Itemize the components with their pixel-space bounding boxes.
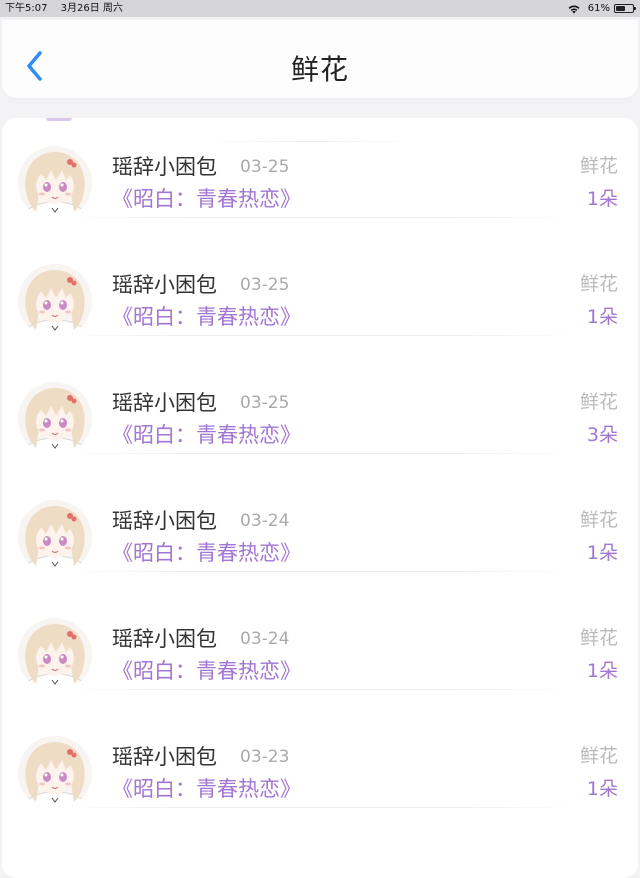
avatar[interactable] [18,500,92,574]
user-name: 瑶辞小困包 [112,509,217,533]
user-name: 瑶辞小困包 [112,745,217,769]
list-item[interactable]: 瑶辞小困包 03-24 《昭白：青春热恋》 鲜花 1朵 [2,454,638,574]
user-name: 瑶辞小困包 [112,391,217,415]
record-date: 03-23 [240,747,290,767]
work-title[interactable]: 《昭白：青春热恋》 [112,537,301,567]
avatar-image [18,500,92,574]
user-name: 瑶辞小困包 [112,155,217,179]
user-name: 瑶辞小困包 [112,273,217,297]
list-item[interactable]: 瑶辞小困包 03-23 《昭白：青春热恋》 鲜花 1朵 [2,690,638,810]
row-divider [62,807,578,808]
avatar-image [18,146,92,220]
status-date: 3月26日 周六 [60,3,123,14]
gift-count: 3朵 [586,424,618,446]
avatar[interactable] [18,146,92,220]
status-right: 61% [568,0,636,17]
navigation-bar: 鲜花 [2,20,638,98]
record-date: 03-25 [240,393,290,413]
user-name: 瑶辞小困包 [112,627,217,651]
battery-tip [634,7,636,10]
avatar-image [18,382,92,456]
avatar[interactable] [18,736,92,810]
gift-count: 1朵 [586,660,618,682]
avatar-image [18,264,92,338]
record-date: 03-25 [240,157,290,177]
avatar-image [18,618,92,692]
record-date: 03-25 [240,275,290,295]
list-item[interactable]: 瑶辞小困包 03-25 《昭白：青春热恋》 鲜花 1朵 [2,218,638,338]
record-date: 03-24 [240,511,290,531]
page-title: 鲜花 [290,53,349,86]
work-title[interactable]: 《昭白：青春热恋》 [112,183,301,213]
list-item[interactable]: 瑶辞小困包 03-24 《昭白：青春热恋》 鲜花 1朵 [2,572,638,692]
gift-count: 1朵 [586,778,618,800]
status-left: 下午5:07 3月26日 周六 [5,0,133,17]
work-title[interactable]: 《昭白：青春热恋》 [112,419,301,449]
battery-percent: 61% [587,3,610,14]
gift-type: 鲜花 [579,391,618,413]
gift-type: 鲜花 [579,273,618,295]
status-time: 下午5:07 [5,3,48,14]
avatar[interactable] [18,382,92,456]
record-date: 03-24 [240,629,290,649]
gift-count: 1朵 [586,542,618,564]
list-item[interactable]: 瑶辞小困包 03-25 《昭白：青春热恋》 鲜花 3朵 [2,336,638,456]
battery-level-fill [616,6,625,11]
gift-type: 鲜花 [579,627,618,649]
wifi-icon [568,5,580,13]
gift-count: 1朵 [586,306,618,328]
avatar-image [18,736,92,810]
work-title[interactable]: 《昭白：青春热恋》 [112,773,301,803]
work-title[interactable]: 《昭白：青春热恋》 [112,655,301,685]
avatar[interactable] [18,618,92,692]
list-item[interactable]: 瑶辞小困包 03-25 《昭白：青春热恋》 鲜花 1朵 [2,118,638,220]
gift-type: 鲜花 [579,155,618,177]
avatar[interactable] [18,264,92,338]
status-bar: 下午5:07 3月26日 周六 61% [0,0,640,17]
battery-icon [614,4,636,13]
flower-record-list[interactable]: 瑶辞小困包 03-25 《昭白：青春热恋》 鲜花 1朵 瑶辞小困包 03-25 … [2,118,638,878]
gift-count: 1朵 [586,188,618,210]
gift-type: 鲜花 [579,745,618,767]
gift-type: 鲜花 [579,509,618,531]
work-title[interactable]: 《昭白：青春热恋》 [112,301,301,331]
